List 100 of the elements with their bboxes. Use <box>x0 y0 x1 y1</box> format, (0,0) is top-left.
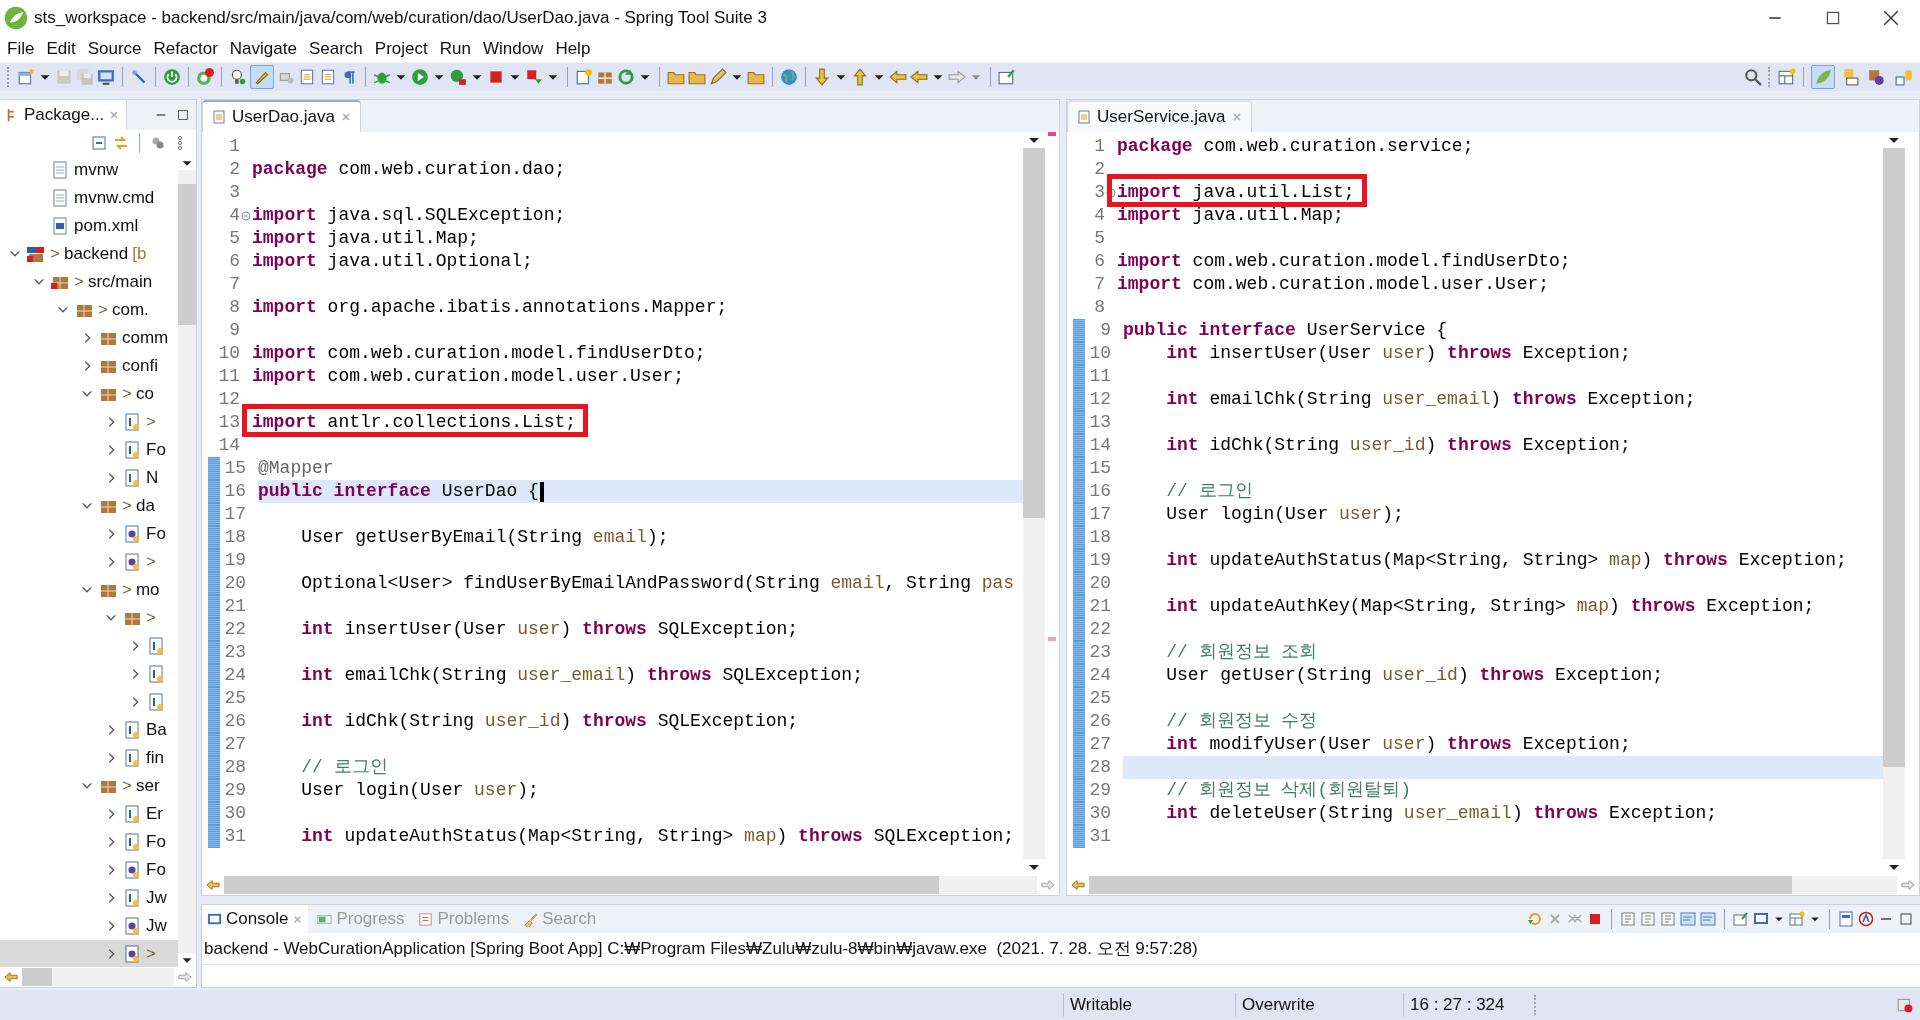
tree-item[interactable]: comm <box>0 324 178 352</box>
overview-marker[interactable] <box>1048 132 1056 136</box>
code-line: // 회원정보 수정 <box>1165 710 1319 733</box>
tree-item[interactable]: Fo <box>0 828 178 856</box>
menu-item[interactable]: Source <box>81 39 148 59</box>
new-class-icon[interactable] <box>575 68 593 86</box>
fold-icon[interactable] <box>241 210 251 221</box>
scrollbar[interactable] <box>178 170 196 953</box>
tree-item[interactable]: > backend [b <box>0 240 178 268</box>
arrow-down-icon[interactable] <box>813 68 831 86</box>
back-arrow-icon[interactable] <box>4 970 18 984</box>
relaunch-icon[interactable] <box>1527 911 1543 927</box>
run-tool-icon[interactable] <box>449 68 467 86</box>
menu-item[interactable]: Refactor <box>147 39 224 59</box>
tree-item[interactable]: pom.xml <box>0 212 178 240</box>
search-icon[interactable] <box>1744 68 1762 86</box>
tree-item[interactable]: > <box>0 940 178 967</box>
tree-item[interactable]: > <box>0 548 178 576</box>
remove-icon[interactable] <box>1230 111 1243 123</box>
menu-item[interactable]: Navigate <box>223 39 303 59</box>
scroll-thumb[interactable] <box>1023 148 1045 518</box>
editor-tab[interactable]: UserDao.java <box>202 100 361 132</box>
scrollbar[interactable] <box>22 968 174 986</box>
remove-icon[interactable] <box>108 109 121 121</box>
arrow-up-icon[interactable] <box>851 68 869 86</box>
tree-item[interactable]: N <box>0 464 178 492</box>
code-line: import com.web.curation.model.user.User; <box>1117 273 1551 296</box>
menu-item[interactable]: Help <box>549 39 597 59</box>
document-icon[interactable] <box>298 68 316 86</box>
tree-item[interactable]: Ba <box>0 716 178 744</box>
tree-item[interactable]: > mo <box>0 576 178 604</box>
pin-icon[interactable] <box>1733 911 1749 927</box>
tree-item[interactable]: > ser <box>0 772 178 800</box>
view-tab[interactable]: Package... <box>0 100 128 130</box>
maximize-icon[interactable] <box>1824 9 1842 27</box>
forward-arrow-icon[interactable] <box>1041 878 1055 892</box>
stop-icon[interactable] <box>1587 911 1603 927</box>
git-marker: > <box>146 944 156 964</box>
overview-marker[interactable] <box>1048 637 1056 642</box>
menu-item[interactable]: Search <box>302 39 369 59</box>
editor-tab[interactable]: UserService.java <box>1067 100 1252 132</box>
power-icon[interactable] <box>163 68 181 86</box>
tree-item[interactable]: > <box>0 408 178 436</box>
document-icon[interactable] <box>319 68 337 86</box>
tree-item[interactable]: confi <box>0 352 178 380</box>
close-icon[interactable] <box>1882 9 1900 27</box>
back-arrow-icon[interactable] <box>910 68 928 86</box>
menu-item[interactable]: File <box>1 39 41 59</box>
back-arrow-icon[interactable] <box>206 878 220 892</box>
tree-item[interactable]: Jw <box>0 884 178 912</box>
menu-item[interactable]: Project <box>368 39 434 59</box>
wand-icon[interactable] <box>130 68 148 86</box>
refresh-icon[interactable] <box>196 68 214 86</box>
tree-item[interactable]: > com. <box>0 296 178 324</box>
filter-icon[interactable] <box>150 135 166 151</box>
tree-item[interactable]: Fo <box>0 436 178 464</box>
tree-item[interactable]: mvnw.cmd <box>0 184 178 212</box>
console-tab[interactable]: Console <box>202 905 309 933</box>
line-number: 21 <box>1088 595 1111 618</box>
menu-item[interactable]: Run <box>433 39 477 59</box>
code-editor[interactable] <box>1066 99 1920 896</box>
status-icon[interactable] <box>1896 996 1914 1014</box>
pin-icon[interactable] <box>998 68 1016 86</box>
tree-item[interactable]: Jw <box>0 912 178 940</box>
lamp-icon[interactable] <box>229 68 247 86</box>
console-icon[interactable] <box>1753 911 1769 927</box>
tree-item[interactable]: Fo <box>0 856 178 884</box>
code-editor[interactable] <box>201 99 1060 896</box>
new-file-icon[interactable] <box>17 68 35 86</box>
collapse-all-icon[interactable] <box>91 135 107 151</box>
scroll-thumb[interactable] <box>22 968 53 986</box>
code-line: import com.web.curation.model.findUserDto; <box>1117 250 1572 273</box>
tree-item[interactable]: mvnw <box>0 156 178 184</box>
tree-item[interactable]: fin <box>0 744 178 772</box>
tree-item[interactable]: > <box>0 604 178 632</box>
open-perspective-icon[interactable] <box>1778 68 1796 86</box>
tree-item[interactable]: Fo <box>0 520 178 548</box>
code-line: import com.web.curation.model.user.User; <box>252 365 686 388</box>
line-number: 22 <box>1088 618 1111 641</box>
scroll-thumb[interactable] <box>178 184 196 325</box>
forward-arrow-icon[interactable] <box>1901 878 1915 892</box>
menu-item[interactable]: Edit <box>40 39 82 59</box>
stop-arrow-icon[interactable] <box>525 68 543 86</box>
tree-item[interactable]: > src/main <box>0 268 178 296</box>
git-marker-icon[interactable] <box>1858 911 1874 927</box>
monitor-icon[interactable] <box>97 68 115 86</box>
line-number: 2 <box>1093 158 1105 181</box>
maven-icon[interactable] <box>1838 911 1854 927</box>
globe-icon[interactable] <box>780 68 798 86</box>
scrollbar[interactable] <box>1023 148 1045 859</box>
tree-item[interactable]: Er <box>0 800 178 828</box>
remove-icon[interactable] <box>340 111 352 123</box>
tree-item[interactable]: > da <box>0 492 178 520</box>
back-arrow-icon[interactable] <box>889 68 907 86</box>
menu-item[interactable]: Window <box>476 39 550 59</box>
tree-item[interactable]: > co <box>0 380 178 408</box>
back-arrow-icon[interactable] <box>1071 878 1085 892</box>
maximize-icon[interactable] <box>176 108 190 122</box>
link-icon[interactable] <box>113 135 129 151</box>
stop-icon[interactable] <box>487 68 505 86</box>
